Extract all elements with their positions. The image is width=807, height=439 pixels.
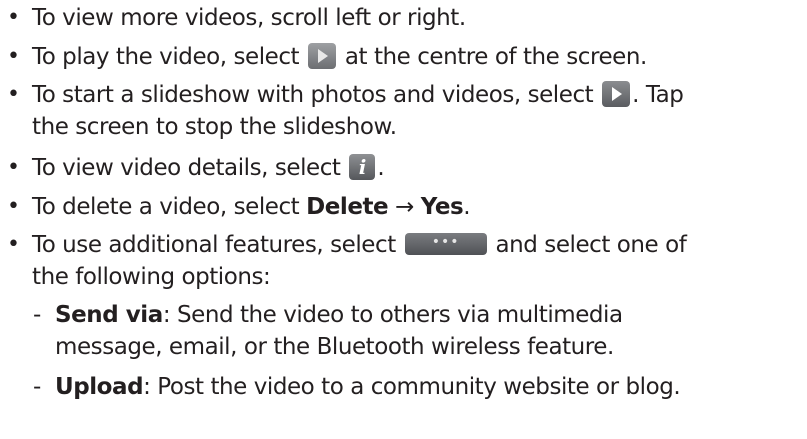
option-term: Send via xyxy=(55,302,163,328)
bullet-text: To delete a video, select Delete → Yes. xyxy=(32,194,471,220)
bullet-glyph: • xyxy=(7,232,20,257)
bullet-glyph: • xyxy=(7,5,20,30)
yes-label: Yes xyxy=(420,194,464,220)
bullet-glyph: • xyxy=(7,194,20,219)
bullet-glyph: • xyxy=(7,155,20,180)
slideshow-play-icon xyxy=(602,81,631,107)
play-icon xyxy=(308,43,336,69)
option-desc: : Send the video to others via multimedi… xyxy=(162,302,623,328)
bullet-text: To view more videos, scroll left or righ… xyxy=(32,5,466,31)
manual-page: • To view more videos, scroll left or ri… xyxy=(7,5,687,400)
delete-label: Delete xyxy=(306,194,389,220)
option-term: Upload xyxy=(55,374,144,400)
bullet-glyph: • xyxy=(7,44,20,69)
bullet-text: To view video details, select i. xyxy=(32,154,385,181)
dash-glyph: - xyxy=(33,302,41,328)
bullet-text: To start a slideshow with photos and vid… xyxy=(32,81,684,108)
bullet-glyph: • xyxy=(7,82,20,107)
info-icon: i xyxy=(349,154,376,180)
dash-glyph: - xyxy=(33,374,41,400)
bullet-text: To use additional features, select ••• a… xyxy=(32,232,687,258)
option-desc: : Post the video to a community website … xyxy=(143,374,681,400)
bullet-text: To play the video, select at the centre … xyxy=(32,43,647,70)
more-options-icon: ••• xyxy=(404,233,487,255)
arrow-icon: → xyxy=(395,194,414,220)
